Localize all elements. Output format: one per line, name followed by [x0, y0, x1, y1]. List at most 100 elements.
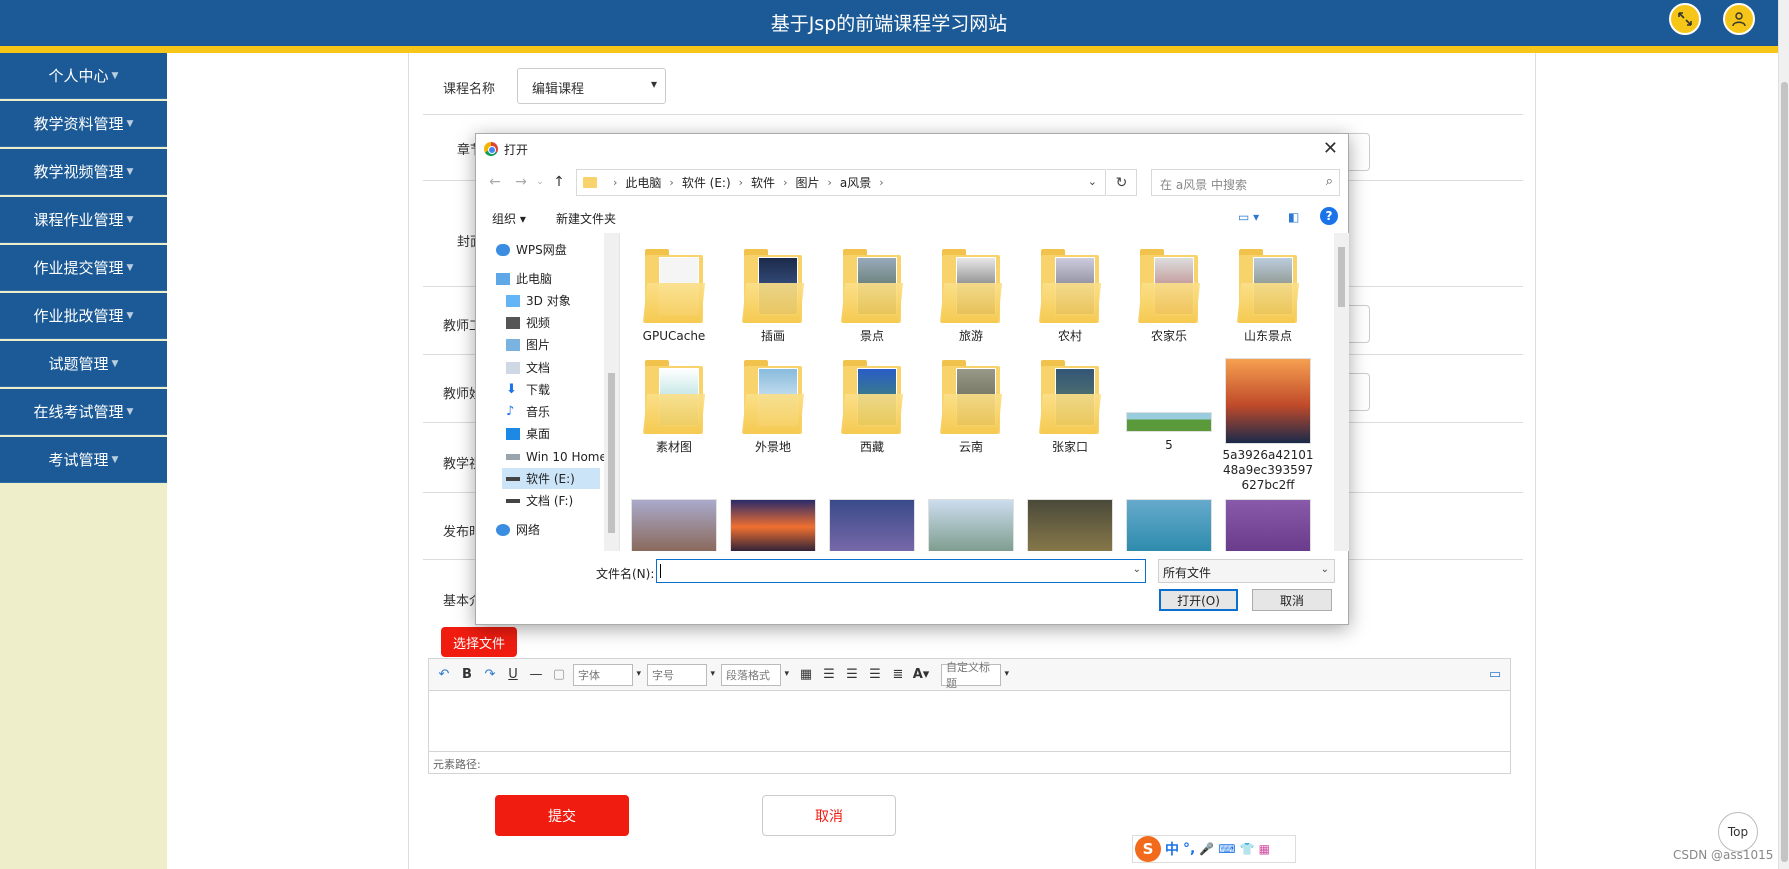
folder-item[interactable]: 农村: [1022, 247, 1118, 344]
folder-item[interactable]: 西藏: [824, 358, 920, 455]
nav-item-win10[interactable]: Win 10 Home: [506, 446, 607, 467]
back-arrow-icon[interactable]: ←: [482, 174, 508, 190]
breadcrumb-item[interactable]: 图片: [795, 174, 819, 191]
address-bar[interactable]: › 此电脑 › 软件 (E:) › 软件 › 图片 › a风景 › ⌄: [576, 169, 1106, 196]
search-input[interactable]: 在 a风景 中搜索 ⌕: [1151, 169, 1340, 196]
ime-chinese-mode[interactable]: 中: [1165, 839, 1179, 859]
skin-icon[interactable]: 👕: [1240, 842, 1255, 856]
organize-button[interactable]: 组织 ▾: [492, 210, 526, 227]
fullscreen-button[interactable]: [1669, 3, 1701, 35]
sidebar-item-exam[interactable]: 考试管理 ▼: [0, 437, 167, 483]
folder-item[interactable]: 张家口: [1022, 358, 1118, 455]
justify-icon[interactable]: ≣: [889, 666, 907, 684]
font-color-icon[interactable]: A▾: [912, 666, 930, 684]
page-icon[interactable]: ▢: [550, 666, 568, 684]
sidebar-item-teaching-materials[interactable]: 教学资料管理 ▼: [0, 101, 167, 147]
preview-icon[interactable]: ▭: [1486, 666, 1504, 684]
nav-item-documents[interactable]: 文档: [506, 357, 550, 378]
files-scrollbar[interactable]: [1334, 233, 1349, 551]
chevron-down-icon[interactable]: ⌄: [1088, 175, 1097, 188]
nav-item-downloads[interactable]: ⬇ 下载: [506, 379, 550, 400]
folder-item[interactable]: 农家乐: [1121, 247, 1217, 344]
align-center-icon[interactable]: ☰: [866, 666, 884, 684]
folder-item[interactable]: 山东景点: [1220, 247, 1316, 344]
custom-heading-combo[interactable]: 自定义标题 ▾: [941, 661, 1009, 690]
undo-icon[interactable]: ↶: [435, 666, 453, 684]
sidebar-item-homework-submission[interactable]: 作业提交管理 ▼: [0, 245, 167, 291]
nav-item-desktop[interactable]: 桌面: [506, 423, 550, 444]
breadcrumb-item[interactable]: 软件: [751, 174, 775, 191]
nav-pane-scrollbar[interactable]: [604, 233, 619, 551]
nav-item-this-pc[interactable]: 此电脑: [496, 268, 552, 289]
forward-arrow-icon[interactable]: →: [508, 174, 534, 190]
nav-item-wps[interactable]: WPS网盘: [496, 239, 567, 260]
image-item[interactable]: 5a3926a4210148a9ec393597627bc2ff: [1220, 358, 1316, 493]
cancel-button[interactable]: 取消: [762, 795, 896, 836]
image-item[interactable]: [1121, 499, 1217, 551]
nav-item-3d-objects[interactable]: 3D 对象: [506, 290, 571, 311]
submit-button[interactable]: 提交: [495, 795, 629, 836]
breadcrumb-item[interactable]: 此电脑: [625, 174, 661, 191]
underline-icon[interactable]: U: [504, 666, 522, 684]
sidebar-item-course-homework[interactable]: 课程作业管理 ▼: [0, 197, 167, 243]
folder-item[interactable]: 景点: [824, 247, 920, 344]
sidebar-item-personal-center[interactable]: 个人中心 ▼: [0, 53, 167, 99]
filename-input[interactable]: ⌄: [656, 559, 1146, 583]
close-icon[interactable]: ✕: [1323, 138, 1338, 159]
nav-item-music[interactable]: ♪ 音乐: [506, 401, 550, 422]
folder-item[interactable]: 旅游: [923, 247, 1019, 344]
sidebar-item-questions[interactable]: 试题管理 ▼: [0, 341, 167, 387]
dialog-cancel-button[interactable]: 取消: [1252, 589, 1332, 611]
keyboard-icon[interactable]: ⌨: [1218, 842, 1235, 856]
nav-item-drive-f[interactable]: 文档 (F:): [506, 490, 573, 511]
image-item[interactable]: [1220, 499, 1316, 551]
bold-icon[interactable]: B: [458, 666, 476, 684]
chevron-down-icon[interactable]: ⌄: [1133, 564, 1141, 575]
image-item[interactable]: [1022, 499, 1118, 551]
align-left-icon[interactable]: ☰: [820, 666, 838, 684]
help-icon[interactable]: ?: [1320, 207, 1338, 225]
up-arrow-icon[interactable]: ↑: [546, 174, 572, 190]
font-size-combo[interactable]: 字号 ▾: [647, 663, 715, 686]
nav-item-pictures[interactable]: 图片: [506, 334, 550, 355]
folder-item[interactable]: 外景地: [725, 358, 821, 455]
sidebar-item-teaching-videos[interactable]: 教学视频管理 ▼: [0, 149, 167, 195]
editor-body[interactable]: [429, 691, 1510, 751]
back-to-top-button[interactable]: Top: [1718, 812, 1758, 852]
sidebar-item-homework-grading[interactable]: 作业批改管理 ▼: [0, 293, 167, 339]
microphone-icon[interactable]: 🎤: [1199, 842, 1214, 856]
user-button[interactable]: [1723, 3, 1755, 35]
ime-punctuation[interactable]: °,: [1183, 841, 1195, 857]
toolbox-icon[interactable]: ▦: [1259, 842, 1270, 856]
folder-item[interactable]: 插画: [725, 247, 821, 344]
page-scrollbar[interactable]: [1778, 0, 1789, 869]
image-item[interactable]: [626, 499, 722, 551]
image-item[interactable]: [923, 499, 1019, 551]
paragraph-format-combo[interactable]: 段落格式 ▾: [721, 663, 789, 686]
folder-item[interactable]: 云南: [923, 358, 1019, 455]
nav-item-network[interactable]: 网络: [496, 519, 540, 540]
nav-item-videos[interactable]: 视频: [506, 312, 550, 333]
image-item[interactable]: 5: [1121, 358, 1217, 453]
course-select[interactable]: 编辑课程: [517, 68, 666, 104]
open-button[interactable]: 打开(O): [1159, 589, 1238, 611]
font-family-combo[interactable]: 字体 ▾: [573, 663, 641, 686]
folder-item[interactable]: 素材图: [626, 358, 722, 455]
filetype-select[interactable]: 所有文件 ⌄: [1158, 559, 1335, 583]
align-right-icon[interactable]: ☰: [843, 666, 861, 684]
view-options-icon[interactable]: ▭ ▾: [1238, 210, 1259, 224]
horizontal-rule-icon[interactable]: —: [527, 666, 545, 684]
preview-pane-icon[interactable]: ◧: [1288, 210, 1299, 224]
image-item[interactable]: [725, 499, 821, 551]
breadcrumb-item[interactable]: a风景: [840, 174, 871, 191]
image-item[interactable]: [824, 499, 920, 551]
choose-file-button[interactable]: 选择文件: [441, 627, 517, 657]
chevron-down-icon[interactable]: ⌄: [534, 177, 546, 187]
breadcrumb-item[interactable]: 软件 (E:): [682, 174, 731, 191]
folder-item[interactable]: GPUCache: [626, 247, 722, 344]
redo-icon[interactable]: ↷: [481, 666, 499, 684]
table-icon[interactable]: ▦: [797, 666, 815, 684]
new-folder-button[interactable]: 新建文件夹: [556, 210, 616, 227]
sogou-logo-icon[interactable]: S: [1135, 836, 1161, 862]
refresh-button[interactable]: ↻: [1107, 169, 1137, 196]
